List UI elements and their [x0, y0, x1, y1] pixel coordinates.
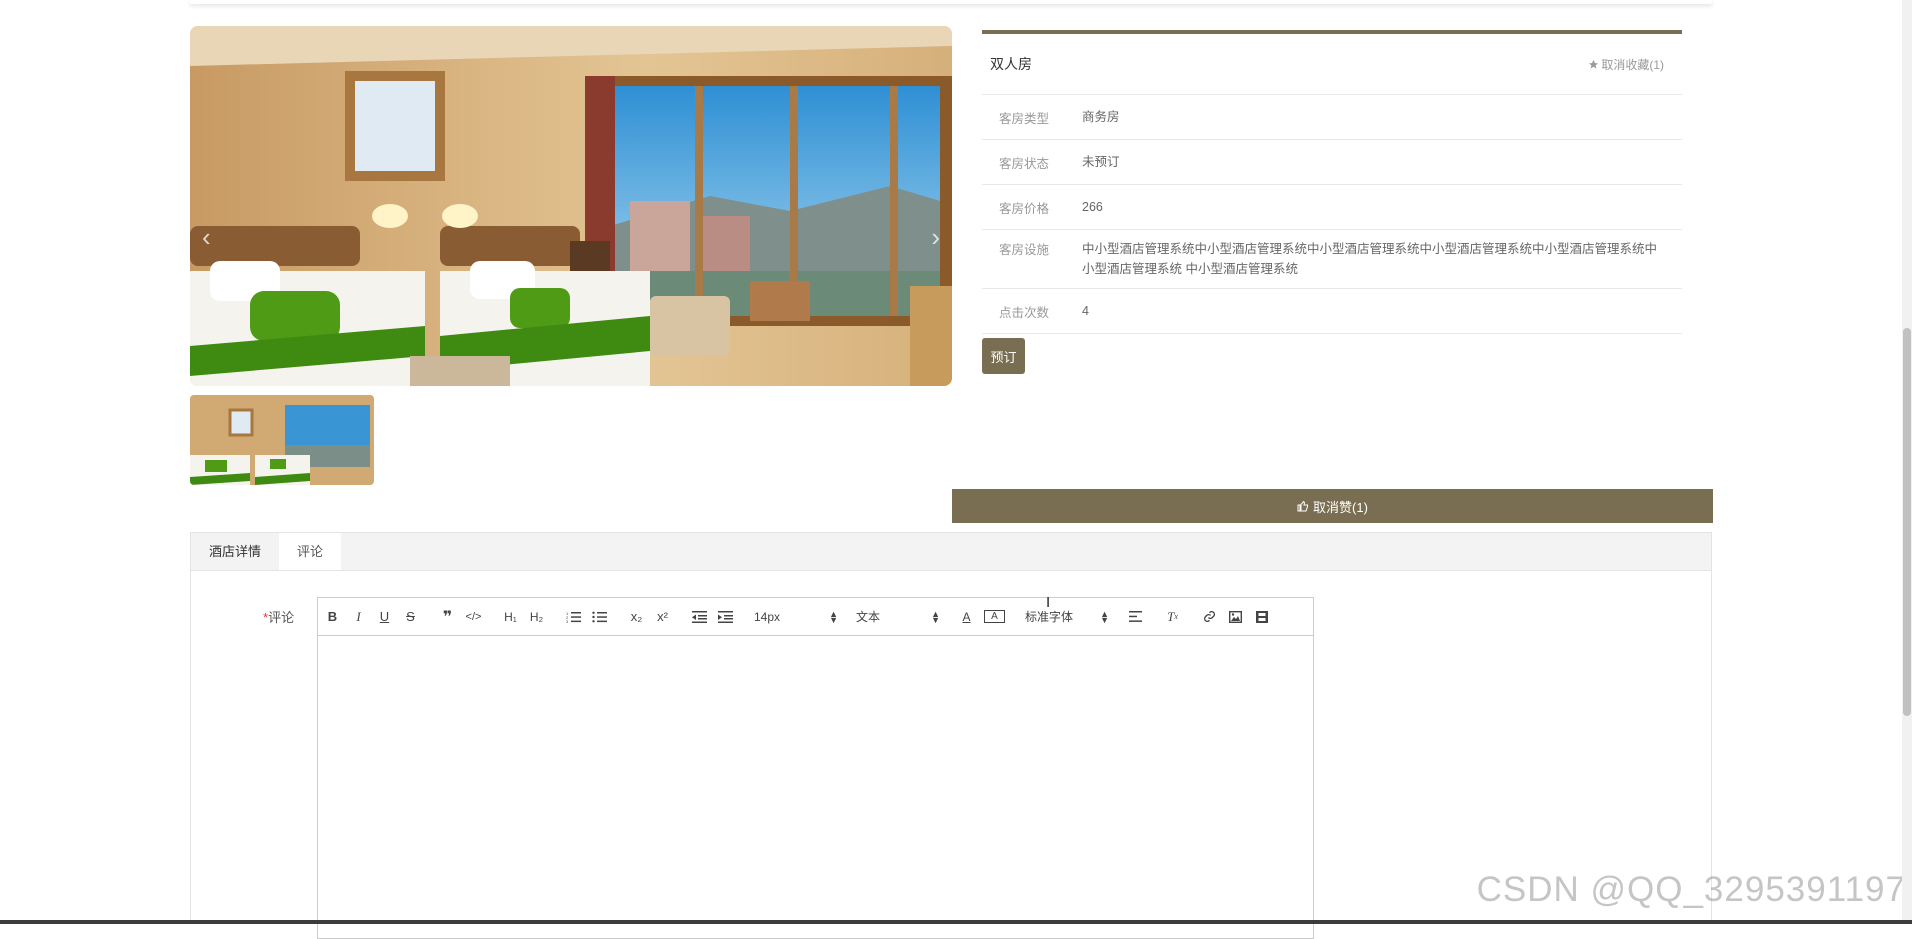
unlike-button[interactable]: 取消赞(1) — [952, 489, 1713, 523]
star-icon — [1589, 59, 1599, 69]
font-color-icon[interactable]: A — [958, 610, 975, 624]
field-label: 客房设施 — [999, 243, 1050, 257]
comment-editor-area[interactable] — [318, 636, 1313, 936]
svg-text:3: 3 — [566, 619, 569, 623]
page-scrollbar[interactable] — [1902, 0, 1912, 924]
select-caret-icon: ▲ ▼ — [1100, 608, 1109, 625]
font-size-select[interactable]: 14px ▲ ▼ — [754, 608, 838, 625]
blockquote-icon[interactable]: ❞ — [439, 607, 456, 627]
field-label: 客房类型 — [999, 111, 1050, 126]
bullet-list-icon[interactable] — [591, 611, 608, 623]
superscript-icon[interactable]: x² — [654, 609, 671, 624]
text-type-select[interactable]: 文本 ▲ ▼ — [856, 608, 940, 625]
text-cursor-icon: I — [1046, 594, 1051, 611]
field-value: 商务房 — [1082, 110, 1120, 124]
tab-bar: 酒店详情 评论 — [191, 533, 1711, 571]
heading2-icon[interactable]: H₂ — [528, 610, 545, 624]
editor-toolbar: B I U S ❞ </> H₁ H₂ 123 x₂ x² 14px ▲ ▼ 文… — [318, 598, 1313, 636]
select-caret-icon: ▲ ▼ — [829, 608, 838, 625]
room-title: 双人房 — [990, 56, 1032, 72]
thumbs-up-icon — [1297, 500, 1309, 512]
field-value: 中小型酒店管理系统中小型酒店管理系统中小型酒店管理系统中小型酒店管理系统中小型酒… — [1082, 242, 1658, 276]
field-room-status: 客房状态 未预订 — [982, 140, 1682, 185]
tab-comments[interactable]: 评论 — [279, 533, 342, 570]
field-value: 未预订 — [1082, 155, 1120, 169]
field-value: 4 — [1082, 304, 1089, 318]
room-thumbnail[interactable] — [190, 395, 374, 485]
select-caret-icon: ▲ ▼ — [931, 608, 940, 625]
room-info-panel: 双人房 取消收藏(1) 客房类型 商务房 客房状态 未预订 客房价格 266 客… — [982, 30, 1682, 334]
room-image-carousel[interactable]: ‹ › — [190, 26, 952, 386]
header-shadow — [190, 0, 1712, 4]
outdent-icon[interactable] — [691, 610, 708, 623]
italic-icon[interactable]: I — [350, 609, 367, 625]
comment-label-text: 评论 — [268, 610, 295, 625]
unfavorite-label: 取消收藏(1) — [1601, 57, 1664, 72]
clear-format-icon[interactable]: Tx — [1164, 609, 1181, 625]
taskbar-edge — [0, 920, 1912, 924]
unfavorite-button[interactable]: 取消收藏(1) — [1588, 56, 1664, 73]
comment-label: *评论 — [263, 607, 294, 626]
field-click-count: 点击次数 4 — [982, 289, 1682, 334]
video-icon[interactable] — [1253, 610, 1270, 623]
field-room-price: 客房价格 266 — [982, 185, 1682, 230]
strikethrough-icon[interactable]: S — [402, 609, 419, 624]
field-label: 客房价格 — [999, 201, 1050, 216]
image-icon[interactable] — [1227, 610, 1244, 623]
ordered-list-icon[interactable]: 123 — [565, 611, 582, 623]
comment-editor[interactable]: B I U S ❞ </> H₁ H₂ 123 x₂ x² 14px ▲ ▼ 文… — [317, 594, 1314, 939]
field-label: 点击次数 — [999, 305, 1050, 320]
field-label: 客房状态 — [999, 156, 1050, 171]
scrollbar-thumb[interactable] — [1903, 328, 1911, 716]
field-room-type: 客房类型 商务房 — [982, 95, 1682, 140]
text-type-value: 文本 — [856, 610, 881, 624]
bold-icon[interactable]: B — [324, 609, 341, 624]
carousel-prev-icon[interactable]: ‹ — [202, 222, 211, 253]
watermark: CSDN @QQ_3295391197 — [1476, 870, 1906, 909]
background-color-icon[interactable]: A — [984, 610, 1005, 623]
room-photo — [190, 26, 952, 386]
underline-icon[interactable]: U — [376, 609, 393, 624]
indent-icon[interactable] — [717, 610, 734, 623]
code-block-icon[interactable]: </> — [465, 611, 482, 623]
book-button[interactable]: 预订 — [982, 338, 1025, 374]
font-size-value: 14px — [754, 609, 781, 624]
field-value: 266 — [1082, 200, 1103, 214]
unlike-label: 取消赞(1) — [1313, 499, 1368, 515]
room-header: 双人房 取消收藏(1) — [982, 34, 1682, 95]
tab-hotel-details[interactable]: 酒店详情 — [191, 533, 280, 570]
detail-tabs-panel: 酒店详情 评论 *评论 B I U S ❞ </> H₁ H₂ 123 x₂ x… — [190, 532, 1712, 939]
heading1-icon[interactable]: H₁ — [502, 610, 519, 624]
font-family-select[interactable]: 标准字体 ▲ ▼ — [1025, 608, 1109, 625]
field-room-facilities: 客房设施 中小型酒店管理系统中小型酒店管理系统中小型酒店管理系统中小型酒店管理系… — [982, 230, 1682, 289]
align-icon[interactable] — [1127, 611, 1144, 622]
carousel-next-icon[interactable]: › — [931, 222, 940, 253]
subscript-icon[interactable]: x₂ — [628, 609, 645, 624]
thumbnail-image — [190, 395, 374, 485]
link-icon[interactable] — [1201, 610, 1218, 623]
